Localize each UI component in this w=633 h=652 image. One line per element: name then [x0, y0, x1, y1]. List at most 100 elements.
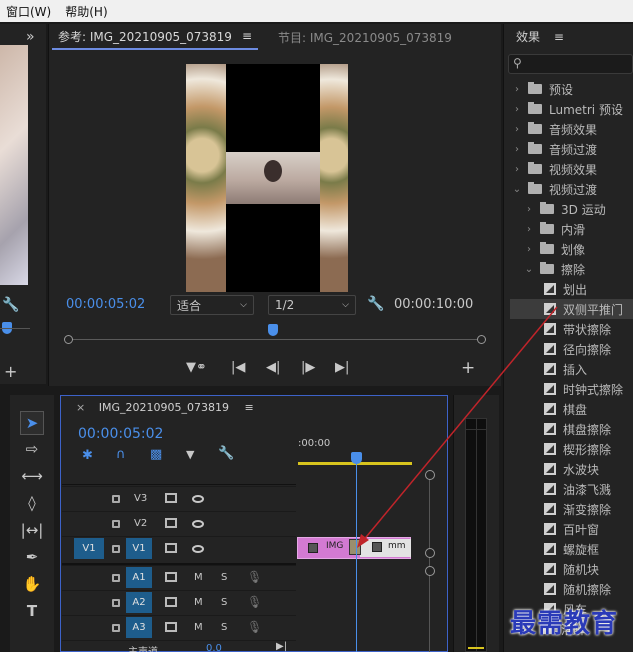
effects-item[interactable]: 双侧平推门 — [510, 299, 633, 319]
left-playhead[interactable] — [0, 322, 30, 336]
effects-item[interactable]: › 3D 运动 — [524, 199, 606, 219]
effects-item[interactable]: ⌄ 擦除 — [524, 259, 585, 279]
eye-icon[interactable] — [192, 520, 204, 528]
fit-dropdown[interactable]: 适合 ⌵ — [170, 295, 254, 315]
go-to-out-icon[interactable]: ▶| — [335, 360, 349, 375]
lock-icon[interactable] — [112, 624, 120, 632]
add-icon-left[interactable]: + — [4, 362, 17, 381]
track-target-v1[interactable]: V1 — [126, 538, 152, 559]
track-select-tool-icon[interactable]: ⇨ — [20, 437, 44, 461]
wrench-icon[interactable]: 🔧 — [367, 296, 384, 312]
chevron-right-icon[interactable]: › — [512, 84, 522, 95]
effects-menu-icon[interactable]: ≡ — [554, 30, 564, 44]
effects-item[interactable]: 渐变擦除 — [534, 499, 611, 519]
master-volume-value[interactable]: 0.0 — [206, 643, 222, 652]
track-target-a2[interactable]: A2 — [126, 592, 152, 613]
razor-tool-icon[interactable]: ◊ — [20, 491, 44, 515]
effects-item[interactable]: › 内滑 — [524, 219, 585, 239]
effects-item[interactable]: 楔形擦除 — [534, 439, 611, 459]
effects-item[interactable]: 插入 — [534, 359, 587, 379]
sync-lock-icon[interactable] — [165, 518, 177, 528]
solo-button[interactable]: S — [221, 597, 227, 608]
effects-item[interactable]: 棋盘 — [534, 399, 587, 419]
mute-button[interactable]: M — [194, 622, 203, 633]
transition-drop-target[interactable] — [349, 539, 361, 555]
pen-tool-icon[interactable]: ✒ — [20, 545, 44, 569]
solo-button[interactable]: S — [221, 622, 227, 633]
menu-help[interactable]: 帮助(H) — [59, 3, 115, 20]
ripple-edit-tool-icon[interactable]: ⟷ — [20, 464, 44, 488]
effects-item[interactable]: 棋盘擦除 — [534, 419, 611, 439]
clip-transition-region[interactable]: mm — [360, 539, 411, 557]
chevron-right-icon[interactable]: › — [512, 104, 522, 115]
nest-icon[interactable]: ✱ — [82, 448, 93, 463]
effects-item[interactable]: 百叶窗 — [534, 519, 599, 539]
track-target-a3[interactable]: A3 — [126, 617, 152, 638]
chevron-right-icon[interactable]: › — [524, 224, 534, 235]
chevron-right-icon[interactable]: › — [512, 144, 522, 155]
solo-button[interactable]: S — [221, 572, 227, 583]
go-to-end-icon[interactable]: ▶| — [276, 641, 287, 652]
chevron-right-icon[interactable]: › — [524, 204, 534, 215]
lock-icon[interactable] — [112, 520, 120, 528]
marker-icon[interactable]: ▼⚭ — [186, 360, 207, 375]
effects-item[interactable]: 时钟式擦除 — [534, 379, 623, 399]
resolution-dropdown[interactable]: 1/2 ⌵ — [268, 295, 356, 315]
chevron-right-icon[interactable]: › — [524, 244, 534, 255]
tab-program[interactable]: 节目: IMG_20210905_073819 — [258, 29, 462, 46]
timeline-settings-wrench-icon[interactable]: 🔧 — [218, 446, 234, 461]
lock-icon[interactable] — [112, 599, 120, 607]
step-back-icon[interactable]: ◀| — [266, 360, 280, 375]
sync-lock-icon[interactable] — [165, 543, 177, 553]
snap-magnet-icon[interactable]: ∩ — [116, 447, 126, 462]
mute-button[interactable]: M — [194, 572, 203, 583]
chevron-down-icon[interactable]: ⌄ — [524, 264, 534, 275]
chevron-right-icon[interactable]: › — [512, 124, 522, 135]
microphone-icon[interactable]: 🎙 — [247, 570, 262, 584]
effects-item[interactable]: › 音频过渡 — [512, 139, 597, 159]
sync-lock-icon[interactable] — [165, 622, 177, 632]
timeline-tab[interactable]: × IMG_20210905_073819 ≡ — [76, 401, 254, 414]
mute-button[interactable]: M — [194, 597, 203, 608]
chevron-right-icon[interactable]: › — [512, 164, 522, 175]
effects-item[interactable]: 随机块 — [534, 559, 599, 579]
chevron-down-icon[interactable]: ⌄ — [512, 184, 522, 195]
source-playhead[interactable] — [268, 324, 278, 336]
source-scrubber[interactable] — [64, 324, 486, 350]
effects-item[interactable]: 带状擦除 — [534, 319, 611, 339]
effects-item[interactable]: 水波块 — [534, 459, 599, 479]
step-forward-icon[interactable]: |▶ — [301, 360, 315, 375]
effects-item[interactable]: › Lumetri 预设 — [512, 99, 623, 119]
effects-search-input[interactable]: ⚲ — [508, 54, 633, 74]
effects-item[interactable]: 划出 — [534, 279, 587, 299]
timeline-menu-icon[interactable]: ≡ — [244, 401, 253, 414]
selection-tool-icon[interactable]: ➤ — [20, 411, 44, 435]
lock-icon[interactable] — [112, 495, 120, 503]
effects-item[interactable]: 油漆飞溅 — [534, 479, 611, 499]
sync-lock-icon[interactable] — [165, 493, 177, 503]
lock-icon[interactable] — [112, 574, 120, 582]
source-patch-v1[interactable]: V1 — [74, 538, 104, 559]
tab-menu-icon[interactable]: ≡ — [242, 29, 252, 43]
source-timecode[interactable]: 00:00:05:02 — [66, 297, 145, 312]
close-icon[interactable]: × — [76, 401, 85, 414]
effects-item[interactable]: ⌄ 视频过渡 — [512, 179, 597, 199]
timeline-timecode[interactable]: 00:00:05:02 — [78, 426, 163, 442]
wrench-icon-left[interactable]: 🔧 — [2, 297, 19, 313]
effects-item[interactable]: › 划像 — [524, 239, 585, 259]
eye-icon[interactable] — [192, 495, 204, 503]
menu-window[interactable]: 窗口(W) — [0, 3, 59, 20]
timeline-vertical-scrollbar[interactable] — [424, 470, 436, 652]
sync-lock-icon[interactable] — [165, 597, 177, 607]
go-to-in-icon[interactable]: |◀ — [231, 360, 245, 375]
linked-selection-icon[interactable]: ▩ — [150, 447, 162, 462]
lock-icon[interactable] — [112, 545, 120, 553]
hand-tool-icon[interactable]: ✋ — [20, 572, 44, 596]
add-button-icon[interactable]: + — [461, 358, 475, 378]
track-target-a1[interactable]: A1 — [126, 567, 152, 588]
effects-item[interactable]: 螺旋框 — [534, 539, 599, 559]
effects-item[interactable]: › 音频效果 — [512, 119, 597, 139]
effects-item[interactable]: 随机擦除 — [534, 579, 611, 599]
eye-icon[interactable] — [192, 545, 204, 553]
effects-item[interactable]: › 预设 — [512, 79, 573, 99]
